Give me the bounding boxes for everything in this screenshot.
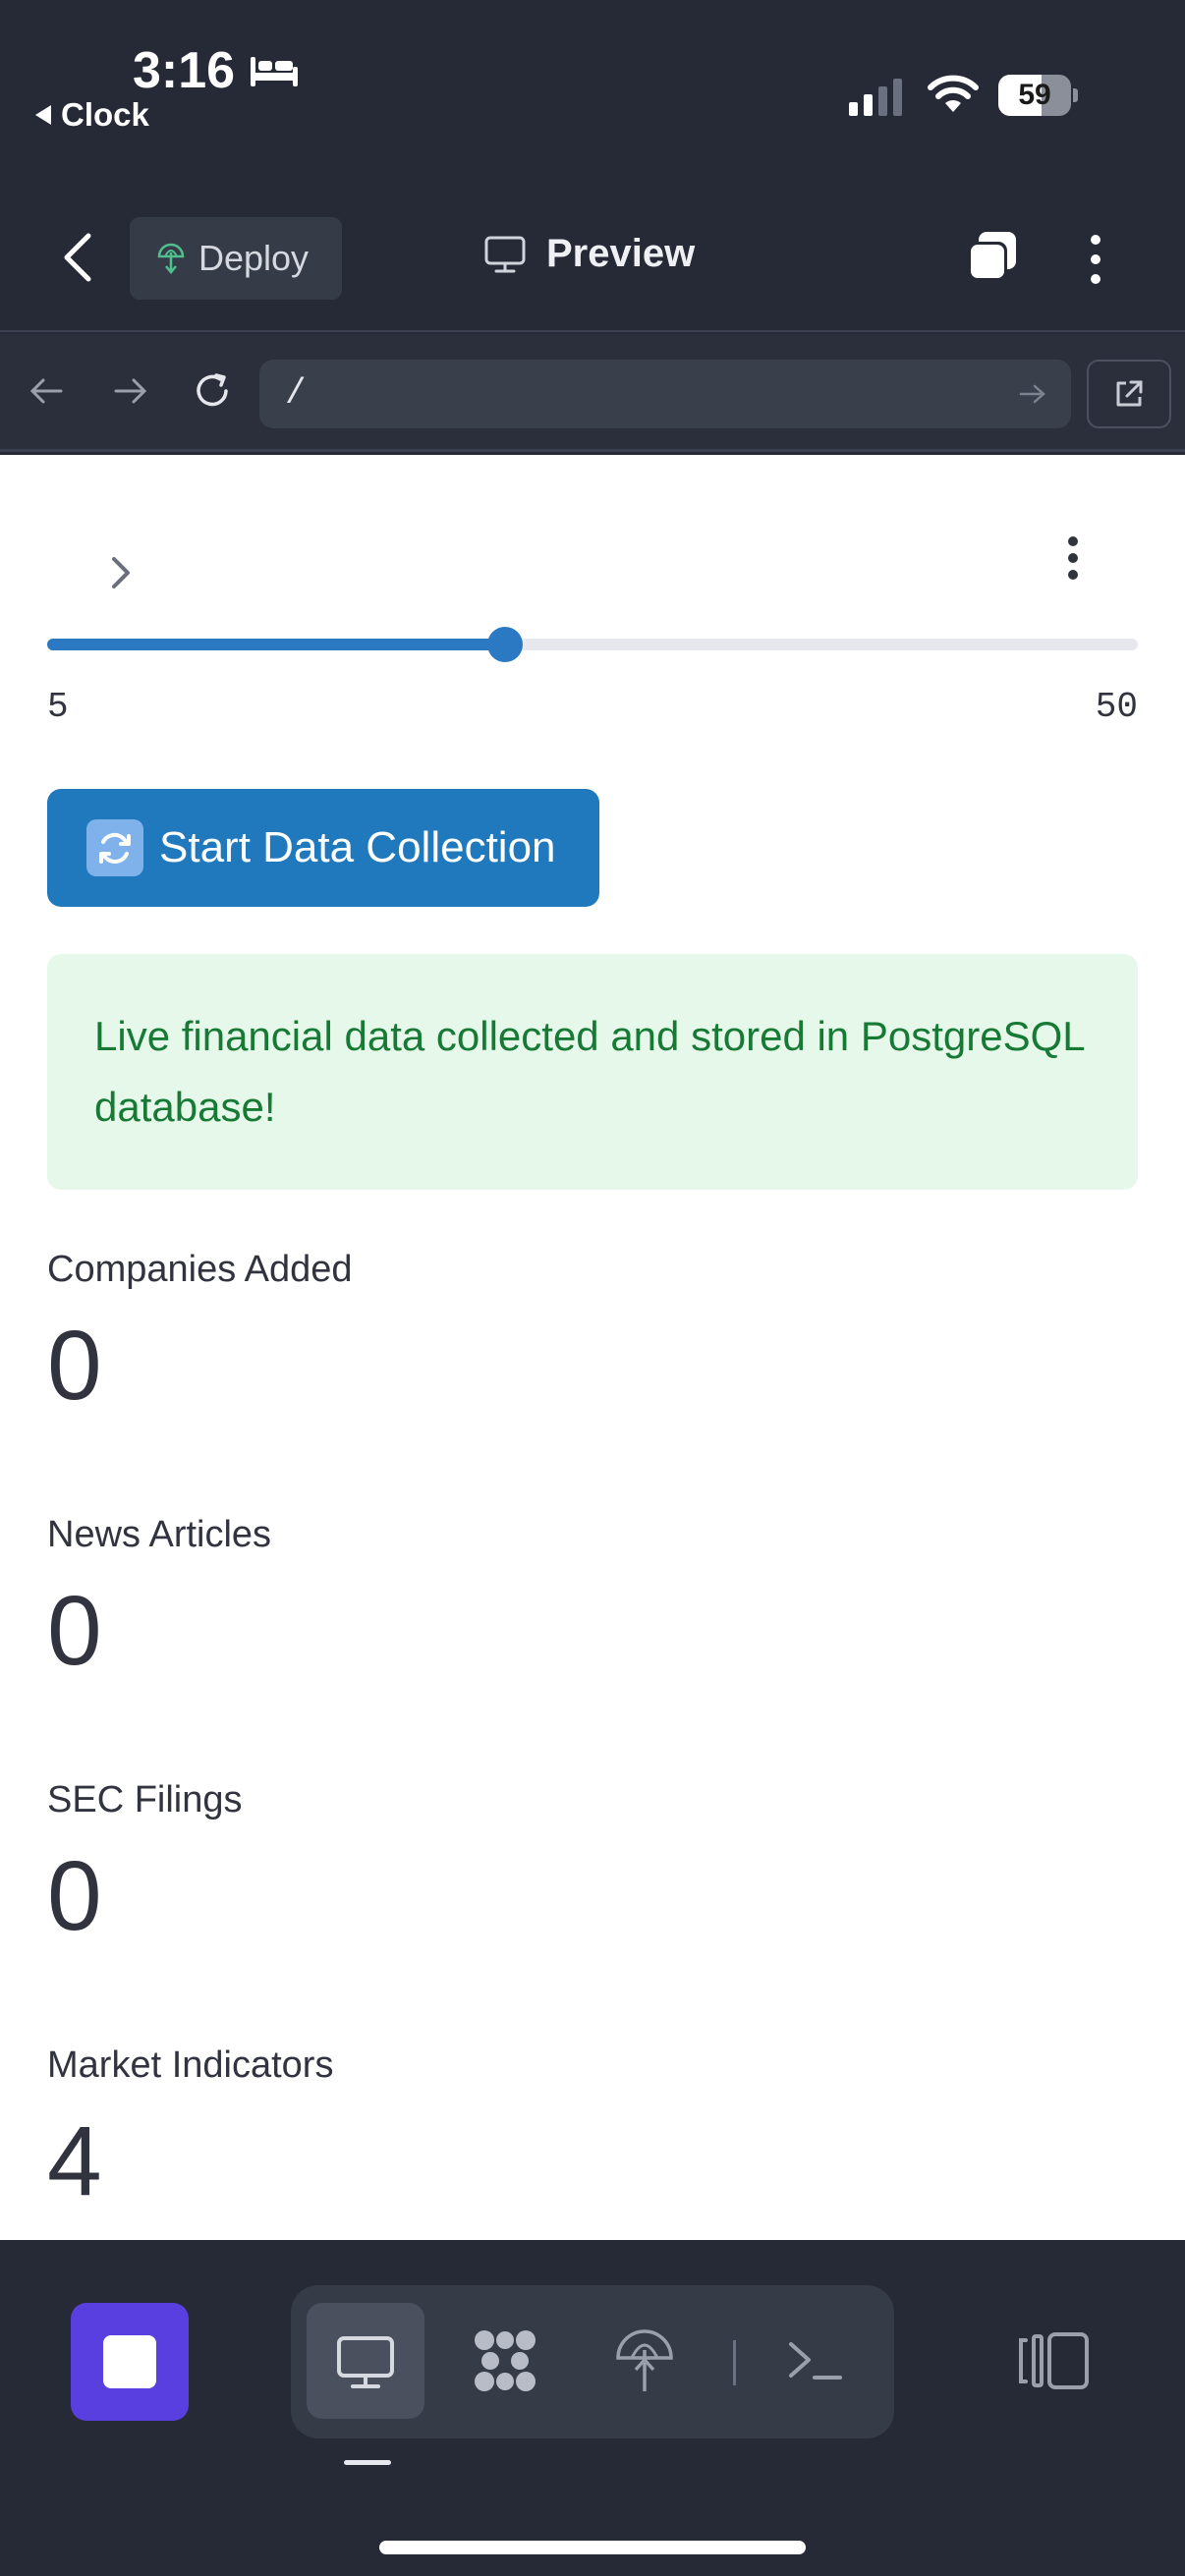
monitor-icon: [337, 2336, 394, 2388]
bottom-toolbar: [0, 2240, 1185, 2576]
tool-switcher: [291, 2285, 894, 2438]
back-to-app-link[interactable]: Clock: [35, 96, 149, 134]
url-bar: /: [0, 334, 1185, 452]
terminal-icon: [789, 2342, 842, 2380]
tool-preview[interactable]: [307, 2303, 424, 2419]
workspace-icon: [475, 2330, 536, 2391]
open-external-button[interactable]: [1087, 360, 1171, 428]
start-button-label: Start Data Collection: [159, 823, 556, 871]
nav-forward-icon[interactable]: [110, 371, 149, 411]
status-time: 3:16: [133, 42, 236, 99]
app-screen: 3:16 Clock 59 Deploy Preview / 5 50 Star…: [0, 0, 1185, 2576]
panels-icon[interactable]: [1018, 2330, 1091, 2391]
app-menu-icon[interactable]: [1063, 535, 1083, 581]
app-header: Deploy Preview: [0, 157, 1185, 332]
slider-fill: [47, 639, 506, 650]
metric-label: Market Indicators: [47, 2044, 334, 2086]
reload-icon[interactable]: [191, 369, 234, 413]
preview-title: Preview: [483, 232, 695, 276]
stop-icon: [103, 2335, 156, 2388]
tool-workspace[interactable]: [446, 2303, 564, 2419]
tool-divider: [733, 2340, 736, 2385]
bed-icon: [251, 57, 299, 86]
deploy-icon: [616, 2329, 673, 2391]
slider-max-label: 50: [1095, 687, 1138, 727]
slider-track[interactable]: [47, 627, 1138, 662]
success-alert: Live financial data collected and stored…: [47, 954, 1138, 1190]
metric-companies-added: Companies Added 0: [47, 1249, 353, 1415]
slider-thumb[interactable]: [487, 627, 524, 662]
preview-content: 5 50 Start Data Collection Live financia…: [0, 455, 1185, 2240]
battery-icon: 59: [998, 75, 1078, 116]
stop-button[interactable]: [71, 2303, 189, 2421]
metric-value: 0: [47, 1841, 102, 1951]
battery-percent: 59: [1018, 79, 1051, 111]
tool-deploy[interactable]: [586, 2303, 704, 2419]
url-text: /: [285, 373, 307, 414]
signal-icon: [849, 77, 902, 116]
back-app-label: Clock: [61, 96, 149, 133]
url-input[interactable]: /: [259, 360, 1071, 428]
tabs-icon[interactable]: [963, 228, 1022, 287]
start-data-collection-button[interactable]: Start Data Collection: [47, 789, 599, 907]
preview-label: Preview: [546, 232, 696, 275]
metric-value: 4: [47, 2106, 102, 2216]
back-chevron-icon[interactable]: [55, 228, 102, 287]
home-indicator: [379, 2541, 806, 2554]
sidebar-expand-chevron-icon[interactable]: [106, 551, 136, 594]
more-vertical-icon[interactable]: [1081, 230, 1110, 289]
metric-value: 0: [47, 1311, 102, 1421]
metric-sec-filings: SEC Filings 0: [47, 1779, 243, 1945]
success-alert-text: Live financial data collected and stored…: [94, 1013, 1085, 1130]
metric-label: SEC Filings: [47, 1779, 243, 1820]
wifi-icon: [928, 75, 979, 112]
metric-label: Companies Added: [47, 1249, 353, 1290]
back-triangle-icon: [35, 105, 51, 125]
refresh-icon: [86, 819, 143, 876]
deploy-label: Deploy: [198, 238, 310, 278]
open-external-icon: [1116, 380, 1143, 407]
deploy-button[interactable]: Deploy: [130, 217, 342, 300]
nav-back-icon[interactable]: [28, 371, 67, 411]
metric-market-indicators: Market Indicators 4: [47, 2044, 333, 2211]
go-arrow-icon[interactable]: [1018, 381, 1047, 407]
status-time-group: 3:16: [133, 41, 300, 100]
metric-news-articles: News Articles 0: [47, 1514, 271, 1680]
tool-shell[interactable]: [757, 2303, 875, 2419]
monitor-icon: [484, 236, 526, 272]
deploy-icon: [157, 243, 185, 274]
metric-value: 0: [47, 1576, 102, 1686]
status-bar: 3:16 Clock 59: [0, 0, 1185, 157]
slider-min-label: 5: [47, 687, 69, 727]
active-tool-indicator: [344, 2460, 391, 2465]
metric-label: News Articles: [47, 1514, 272, 1555]
